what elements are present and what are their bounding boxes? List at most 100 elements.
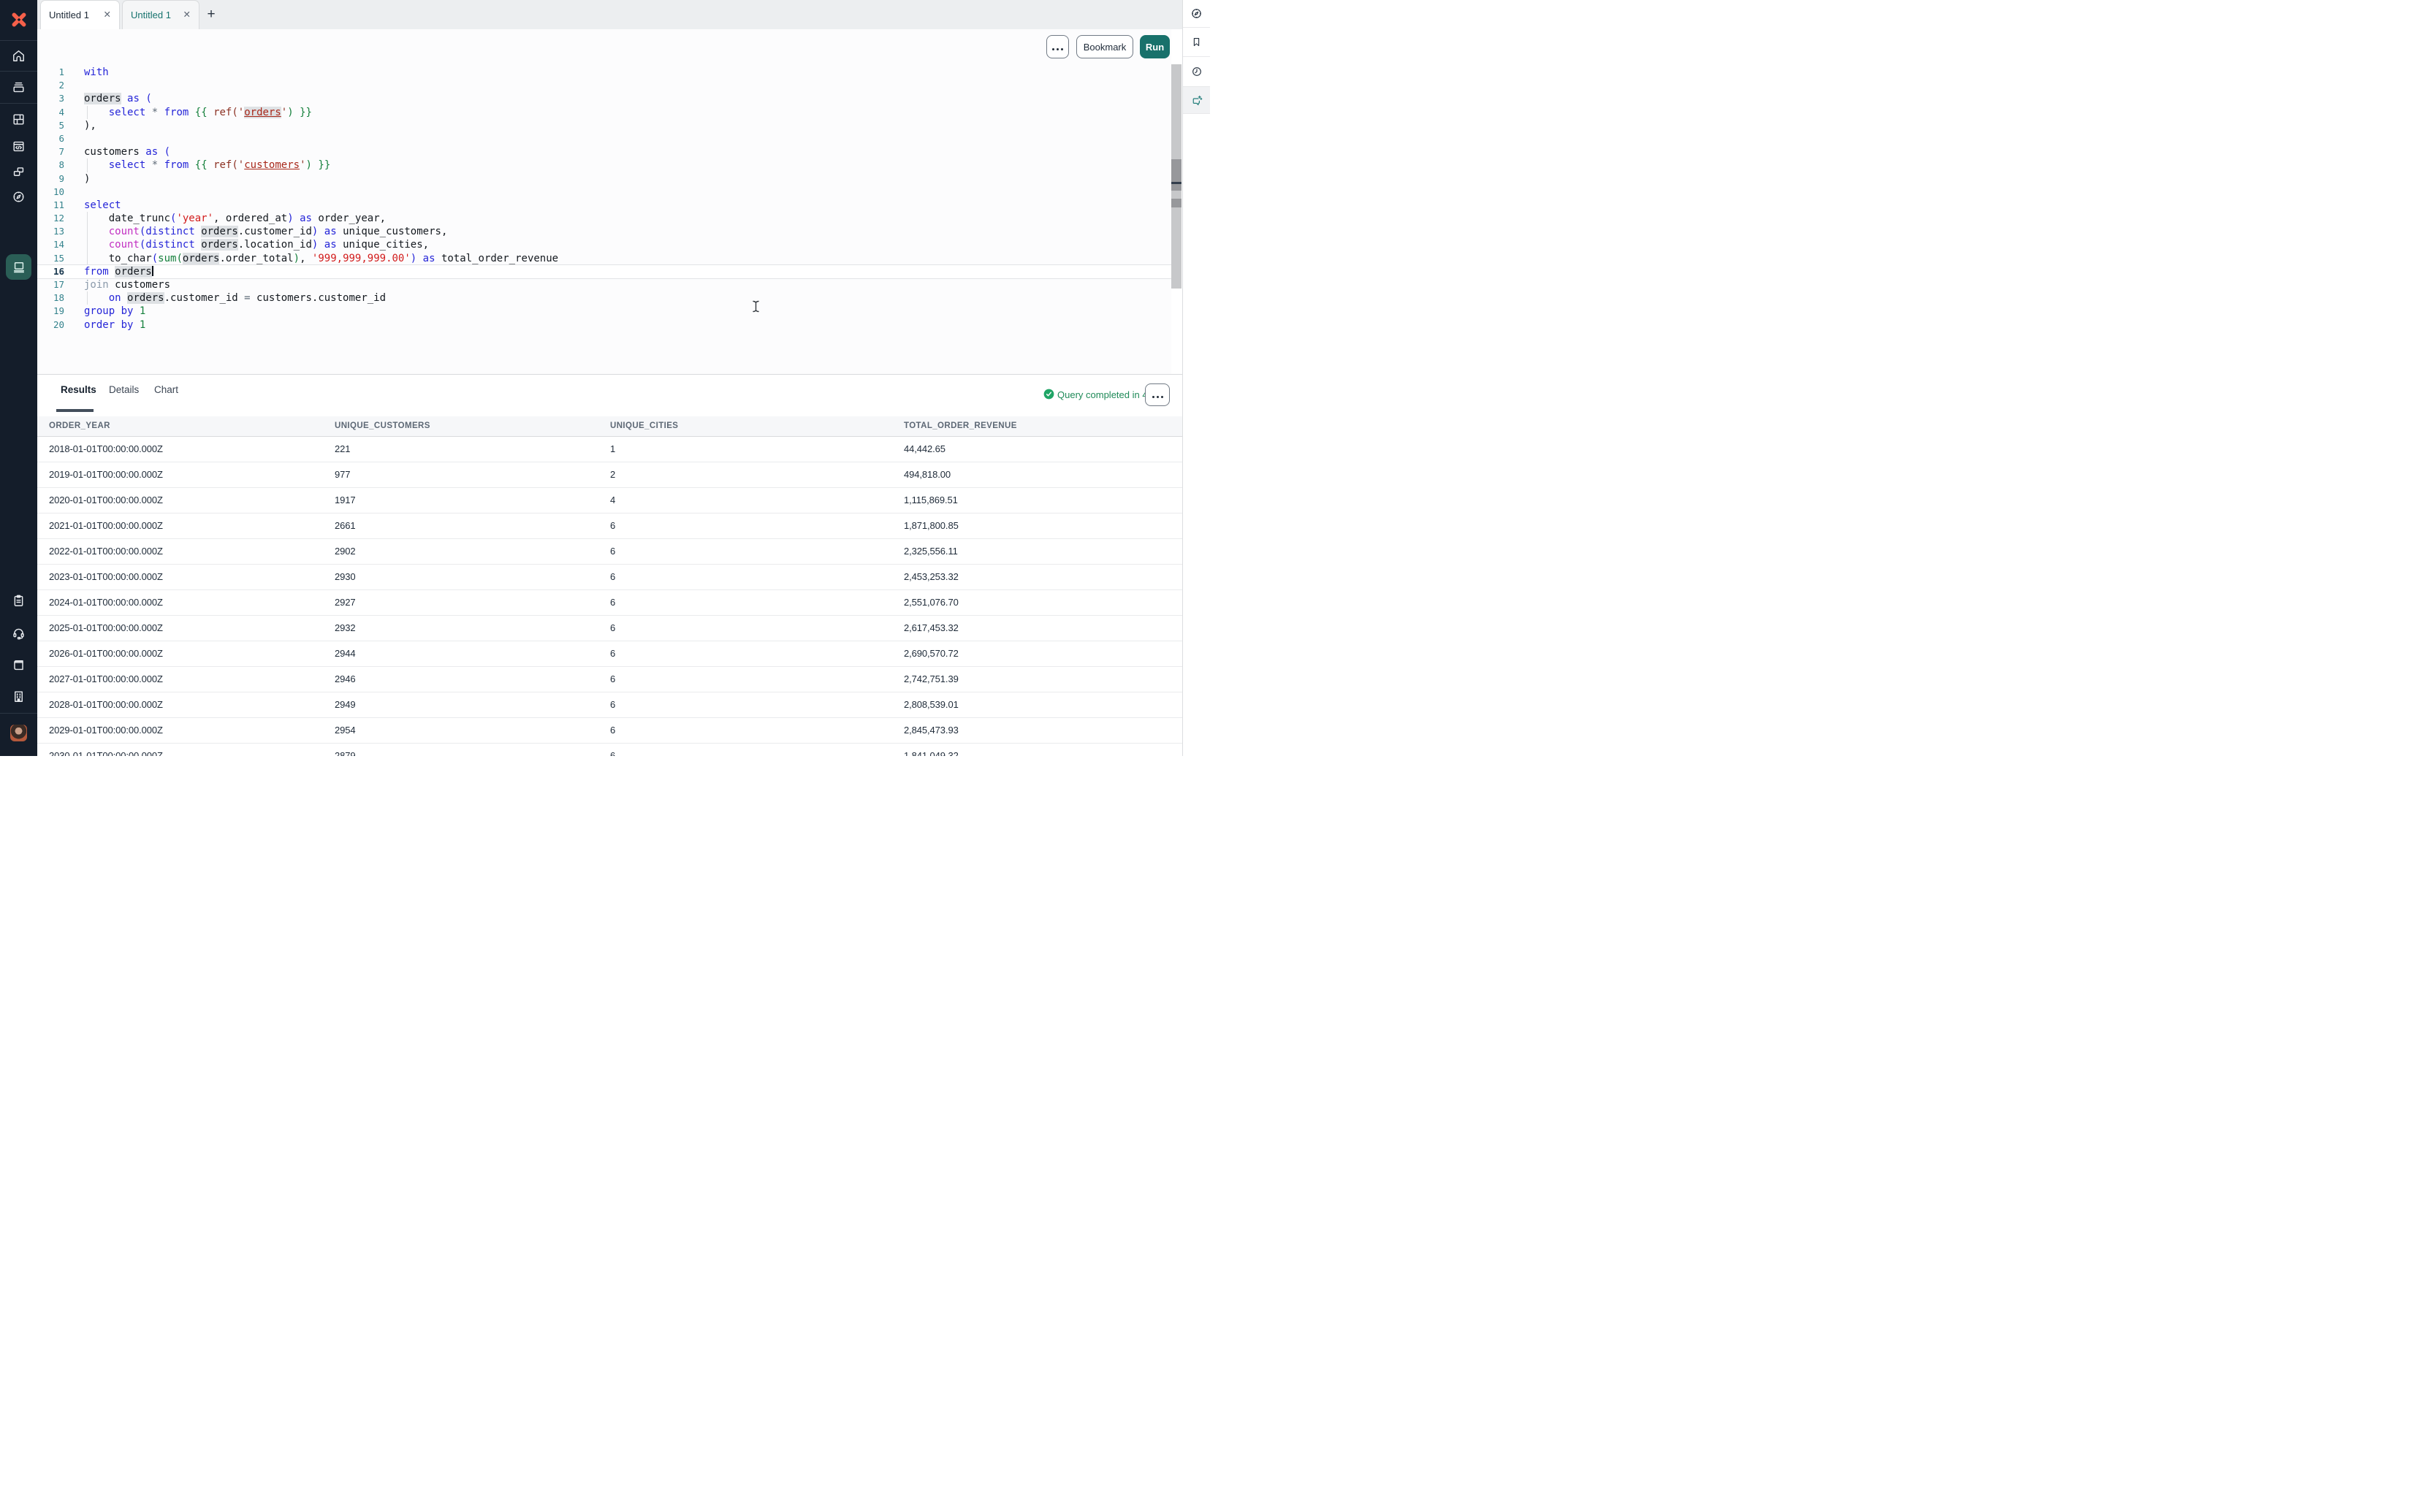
cell[interactable]: 2020-01-01T00:00:00.000Z: [49, 495, 163, 505]
cell[interactable]: 494,818.00: [904, 469, 951, 480]
bookmark-icon[interactable]: [1183, 28, 1210, 57]
code-window-icon[interactable]: [0, 140, 37, 153]
cell[interactable]: 6: [610, 750, 615, 756]
column-header-order-year[interactable]: ORDER_YEAR: [49, 421, 110, 430]
cell[interactable]: 1,841,049.32: [904, 750, 959, 756]
results-more-button[interactable]: [1145, 383, 1170, 406]
notebook-laptop-icon-active[interactable]: [6, 254, 31, 280]
table-row[interactable]: 2024-01-01T00:00:00.000Z292762,551,076.7…: [37, 590, 1182, 616]
cell[interactable]: 2949: [335, 699, 356, 710]
ai-assistant-chat-icon[interactable]: [1183, 87, 1210, 114]
cell[interactable]: 2028-01-01T00:00:00.000Z: [49, 699, 163, 710]
cell[interactable]: 6: [610, 648, 615, 659]
hex-logo-icon[interactable]: [0, 9, 37, 30]
cell[interactable]: 2027-01-01T00:00:00.000Z: [49, 673, 163, 684]
cell[interactable]: 2927: [335, 597, 356, 608]
code-line-14[interactable]: 14 count(distinct orders.location_id) as…: [37, 238, 1171, 251]
code-line-19[interactable]: 19group by 1: [37, 305, 1171, 318]
cell[interactable]: 6: [610, 546, 615, 557]
table-row[interactable]: 2026-01-01T00:00:00.000Z 2944 6 2,690,570.7…: [37, 641, 1182, 667]
code-line-9[interactable]: 9): [37, 172, 1171, 186]
code-line-1[interactable]: 1with: [37, 66, 1171, 79]
editor-more-button[interactable]: [1046, 35, 1069, 58]
table-row[interactable]: 2023-01-01T00:00:00.000Z293062,453,253.3…: [37, 565, 1182, 590]
cell[interactable]: 2,453,253.32: [904, 571, 959, 582]
code-line-7[interactable]: 7customers as (: [37, 145, 1171, 159]
cell[interactable]: 2902: [335, 546, 356, 557]
changelog-clipboard-icon[interactable]: [0, 594, 37, 608]
cell[interactable]: 6: [610, 597, 615, 608]
explore-compass-icon[interactable]: [1183, 0, 1210, 28]
close-icon[interactable]: ✕: [183, 10, 191, 20]
history-clock-icon[interactable]: [1183, 57, 1210, 87]
code-line-2[interactable]: 2: [37, 79, 1171, 92]
sql-editor[interactable]: 1with23orders as (4 select * from {{ ref…: [37, 29, 1171, 374]
cell[interactable]: 2030-01-01T00:00:00.000Z: [49, 750, 163, 756]
organization-building-icon[interactable]: [0, 690, 37, 703]
cell[interactable]: 2: [610, 469, 615, 480]
tab-untitled-1[interactable]: Untitled 1 ✕: [40, 0, 120, 29]
cell[interactable]: 1: [610, 443, 615, 454]
cell[interactable]: 2,325,556.11: [904, 546, 958, 557]
code-line-5[interactable]: 5),: [37, 119, 1171, 132]
table-row[interactable]: 2030-01-01T00:00:00.000Z287961,841,049.3…: [37, 744, 1182, 756]
table-row[interactable]: 2022-01-01T00:00:00.000Z 2902 6 2,325,556.1…: [37, 539, 1182, 565]
cell[interactable]: 6: [610, 520, 615, 531]
dashboard-grid-icon[interactable]: [0, 112, 37, 126]
code-lines[interactable]: 1with23orders as (4 select * from {{ ref…: [37, 66, 1171, 332]
cell[interactable]: 2944: [335, 648, 356, 659]
cell[interactable]: 6: [610, 622, 615, 633]
table-row[interactable]: 2029-01-01T00:00:00.000Z 2954 6 2,845,473.9…: [37, 718, 1182, 744]
cell[interactable]: 2,845,473.93: [904, 725, 959, 736]
table-row[interactable]: 2025-01-01T00:00:00.000Z293262,617,453.3…: [37, 616, 1182, 641]
code-line-16[interactable]: 16from orders: [37, 265, 1171, 278]
cell[interactable]: 2022-01-01T00:00:00.000Z: [49, 546, 163, 557]
tab-untitled-2[interactable]: Untitled 1 ✕: [122, 0, 199, 29]
cell[interactable]: 2946: [335, 673, 356, 684]
cell[interactable]: 2930: [335, 571, 356, 582]
code-line-10[interactable]: 10: [37, 186, 1171, 199]
cell[interactable]: 2026-01-01T00:00:00.000Z: [49, 648, 163, 659]
column-header-total-order-revenue[interactable]: TOTAL_ORDER_REVENUE: [904, 421, 1017, 430]
editor-scrollbar[interactable]: [1171, 64, 1182, 289]
run-button[interactable]: Run: [1140, 35, 1170, 58]
cell[interactable]: 1,115,869.51: [904, 495, 958, 505]
cell[interactable]: 221: [335, 443, 350, 454]
tab-chart[interactable]: Chart: [154, 384, 178, 395]
cell[interactable]: 6: [610, 673, 615, 684]
docs-book-icon[interactable]: [0, 658, 37, 672]
cell[interactable]: 1,871,800.85: [904, 520, 959, 531]
code-line-15[interactable]: 15 to_char(sum(orders.order_total), '999…: [37, 252, 1171, 265]
cell[interactable]: 2023-01-01T00:00:00.000Z: [49, 571, 163, 582]
cell[interactable]: 2661: [335, 520, 356, 531]
code-line-11[interactable]: 11select: [37, 199, 1171, 212]
tab-results[interactable]: Results: [61, 384, 96, 395]
code-line-20[interactable]: 20order by 1: [37, 318, 1171, 332]
cell[interactable]: 6: [610, 725, 615, 736]
cell[interactable]: 2019-01-01T00:00:00.000Z: [49, 469, 163, 480]
tab-details[interactable]: Details: [109, 384, 139, 395]
code-line-12[interactable]: 12 date_trunc('year', ordered_at) as ord…: [37, 212, 1171, 225]
code-line-4[interactable]: 4 select * from {{ ref('orders') }}: [37, 106, 1171, 119]
cell[interactable]: 44,442.65: [904, 443, 945, 454]
code-line-6[interactable]: 6: [37, 132, 1171, 145]
cell[interactable]: 2029-01-01T00:00:00.000Z: [49, 725, 163, 736]
cell[interactable]: 2,742,751.39: [904, 673, 959, 684]
table-row[interactable]: 2019-01-01T00:00:00.000Z 977 2 494,818.00: [37, 462, 1182, 488]
table-row[interactable]: 2028-01-01T00:00:00.000Z294962,808,539.0…: [37, 692, 1182, 718]
table-row[interactable]: 2020-01-01T00:00:00.000Z191741,115,869.5…: [37, 488, 1182, 513]
projects-drawer-icon[interactable]: [0, 80, 37, 94]
code-line-18[interactable]: 18 on orders.customer_id = customers.cus…: [37, 291, 1171, 305]
cell[interactable]: 2932: [335, 622, 356, 633]
close-icon[interactable]: ✕: [104, 10, 111, 20]
user-avatar[interactable]: [10, 725, 27, 741]
cell[interactable]: 2,551,076.70: [904, 597, 959, 608]
cell[interactable]: 977: [335, 469, 350, 480]
new-tab-button[interactable]: +: [202, 6, 220, 23]
column-header-unique-cities[interactable]: UNIQUE_CITIES: [610, 421, 678, 430]
cell[interactable]: 2,690,570.72: [904, 648, 959, 659]
cell[interactable]: 2025-01-01T00:00:00.000Z: [49, 622, 163, 633]
cell[interactable]: 2954: [335, 725, 356, 736]
bookmark-button[interactable]: Bookmark: [1076, 35, 1133, 58]
table-row[interactable]: 2027-01-01T00:00:00.000Z 2946 6 2,742,751.3…: [37, 667, 1182, 692]
